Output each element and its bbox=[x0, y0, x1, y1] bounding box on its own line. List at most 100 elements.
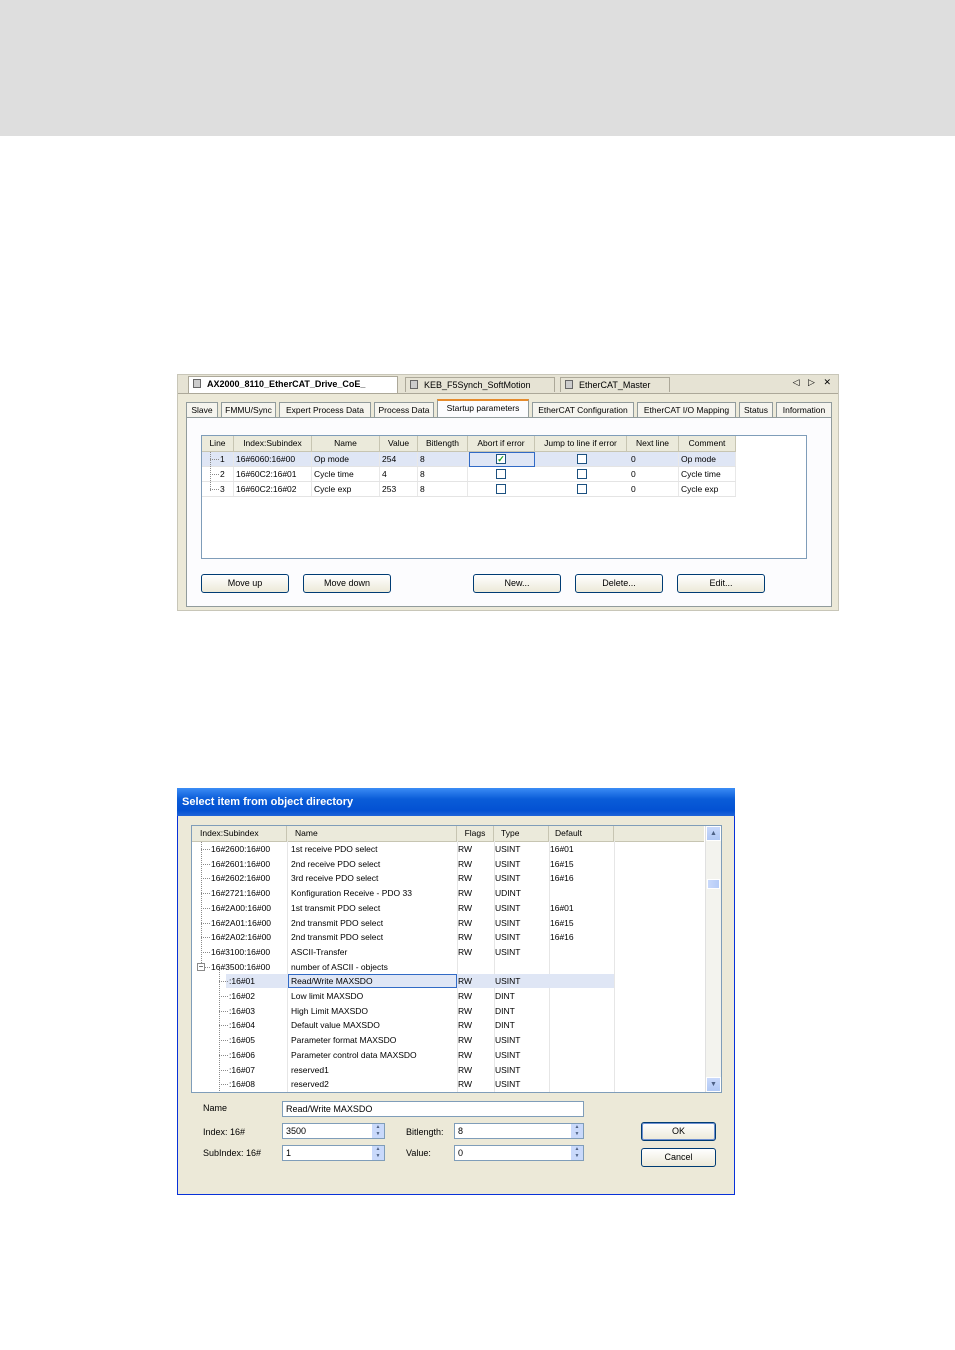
spin-arrows-icon[interactable]: ▲ ▼ bbox=[570, 1124, 583, 1138]
index-spinbox[interactable]: 3500 ▲ ▼ bbox=[282, 1123, 385, 1139]
tree-line bbox=[219, 969, 221, 1092]
doc-tab-label: AX2000_8110_EtherCAT_Drive_CoE_ bbox=[207, 379, 366, 389]
tab-fmmu-sync[interactable]: FMMU/Sync bbox=[221, 402, 276, 417]
table-row[interactable]: :16#04 Default value MAXSDO RW DINT bbox=[192, 1018, 704, 1033]
jump-to-line-checkbox[interactable] bbox=[577, 454, 587, 464]
cell-index: 16#3500:16#00 bbox=[211, 961, 271, 972]
table-row[interactable]: 16#2600:16#00 1st receive PDO select RW USI… bbox=[192, 842, 704, 857]
table-row[interactable]: 16#2A00:16#00 1st transmit PDO select RW US… bbox=[192, 901, 704, 916]
table-row[interactable]: :16#05 Parameter format MAXSDO RW USINT bbox=[192, 1033, 704, 1048]
cell-index: 16#2601:16#00 bbox=[211, 858, 271, 869]
col-bitlength[interactable]: Bitlength bbox=[418, 436, 468, 451]
col-value[interactable]: Value bbox=[380, 436, 418, 451]
cell-index: 16#2A02:16#00 bbox=[211, 932, 272, 943]
col-line[interactable]: Line bbox=[202, 436, 234, 451]
cell-type: USINT bbox=[495, 1079, 521, 1090]
cell-type: USINT bbox=[495, 902, 521, 913]
move-down-button[interactable]: Move down bbox=[303, 574, 391, 593]
col-index-subindex[interactable]: Index:Subindex bbox=[192, 826, 287, 841]
col-name[interactable]: Name bbox=[287, 826, 457, 841]
cell-default: 16#01 bbox=[550, 902, 574, 913]
vertical-scrollbar[interactable]: ▲ ▼ bbox=[705, 826, 721, 1092]
edit-button[interactable]: Edit... bbox=[677, 574, 765, 593]
col-index-subindex[interactable]: Index:Subindex bbox=[234, 436, 312, 451]
table-row[interactable]: :16#08 reserved2 RW USINT bbox=[192, 1077, 704, 1092]
value-spinbox[interactable]: 0 ▲ ▼ bbox=[454, 1145, 584, 1161]
move-up-button[interactable]: Move up bbox=[201, 574, 289, 593]
cell-flags: RW bbox=[458, 1020, 473, 1031]
col-flags[interactable]: Flags bbox=[457, 826, 494, 841]
cell-type: USINT bbox=[495, 932, 521, 943]
table-row[interactable]: 1 16#6060:16#00 Op mode 254 8 ✓ 0 Op mod… bbox=[202, 452, 736, 467]
table-row[interactable]: :16#01 Read/Write MAXSDO RW USINT bbox=[192, 974, 704, 989]
table-row[interactable]: :16#07 reserved1 RW USINT bbox=[192, 1063, 704, 1078]
table-row[interactable]: 16#2602:16#00 3rd receive PDO select RW USI… bbox=[192, 871, 704, 886]
table-row[interactable]: :16#06 Parameter control data MAXSDO RW USI… bbox=[192, 1048, 704, 1063]
subindex-label: SubIndex: 16# bbox=[203, 1148, 262, 1158]
doc-tab-ethercat-master[interactable]: EtherCAT_Master bbox=[560, 377, 670, 392]
jump-to-line-checkbox[interactable] bbox=[577, 484, 587, 494]
tab-ethercat-configuration[interactable]: EtherCAT Configuration bbox=[532, 402, 634, 417]
cell-line: 1 bbox=[220, 452, 234, 466]
tab-slave[interactable]: Slave bbox=[186, 402, 218, 417]
table-row[interactable]: 16#2721:16#00 Konfiguration Receive - PDO… bbox=[192, 886, 704, 901]
cell-default: 16#16 bbox=[550, 873, 574, 884]
cell-flags: RW bbox=[458, 1035, 473, 1046]
device-icon bbox=[565, 380, 573, 389]
abort-if-error-checkbox[interactable] bbox=[496, 469, 506, 479]
name-field[interactable]: Read/Write MAXSDO bbox=[282, 1101, 584, 1117]
doc-tab-keb[interactable]: KEB_F5Synch_SoftMotion bbox=[405, 377, 555, 392]
col-abort-if-error[interactable]: Abort if error bbox=[468, 436, 535, 451]
tab-startup-parameters[interactable]: Startup parameters bbox=[437, 399, 529, 418]
spin-arrows-icon[interactable]: ▲ ▼ bbox=[371, 1146, 384, 1160]
tab-information[interactable]: Information bbox=[776, 402, 832, 417]
spin-arrows-icon[interactable]: ▲ ▼ bbox=[570, 1146, 583, 1160]
spin-arrows-icon[interactable]: ▲ ▼ bbox=[371, 1124, 384, 1138]
tab-status[interactable]: Status bbox=[739, 402, 773, 417]
bitlength-label: Bitlength: bbox=[406, 1127, 444, 1137]
doc-tab-ax2000[interactable]: AX2000_8110_EtherCAT_Drive_CoE_ bbox=[188, 376, 398, 393]
abort-if-error-checkbox[interactable]: ✓ bbox=[496, 454, 506, 464]
cell-value: 254 bbox=[382, 452, 418, 466]
cancel-button[interactable]: Cancel bbox=[641, 1148, 716, 1167]
cell-next-line: 0 bbox=[631, 467, 679, 481]
table-row[interactable]: 16#3100:16#00 ASCII-Transfer RW USINT bbox=[192, 945, 704, 960]
cell-index: :16#05 bbox=[229, 1035, 255, 1046]
table-row[interactable]: 2 16#60C2:16#01 Cycle time 4 8 0 Cycle t… bbox=[202, 467, 736, 482]
tab-navigation-icons[interactable]: ◁ ▷ ✕ bbox=[793, 377, 834, 388]
object-directory-grid[interactable]: Index:Subindex Name Flags Type Default 1… bbox=[191, 825, 722, 1093]
scroll-up-icon[interactable]: ▲ bbox=[706, 826, 721, 841]
table-row[interactable]: :16#03 High Limit MAXSDO RW DINT bbox=[192, 1004, 704, 1019]
scroll-down-icon[interactable]: ▼ bbox=[706, 1077, 721, 1092]
ok-button[interactable]: OK bbox=[641, 1122, 716, 1141]
jump-to-line-checkbox[interactable] bbox=[577, 469, 587, 479]
col-next-line[interactable]: Next line bbox=[627, 436, 679, 451]
bitlength-spinbox[interactable]: 8 ▲ ▼ bbox=[454, 1123, 584, 1139]
new-button[interactable]: New... bbox=[473, 574, 561, 593]
table-row[interactable]: 16#2A01:16#00 2nd transmit PDO select RW US… bbox=[192, 916, 704, 931]
col-default[interactable]: Default bbox=[549, 826, 614, 841]
table-row[interactable]: 16#2601:16#00 2nd receive PDO select RW USI… bbox=[192, 857, 704, 872]
tab-process-data[interactable]: Process Data bbox=[374, 402, 434, 417]
col-type[interactable]: Type bbox=[494, 826, 549, 841]
cell-type: DINT bbox=[495, 991, 515, 1001]
tab-expert-process-data[interactable]: Expert Process Data bbox=[279, 402, 371, 417]
cell-flags: RW bbox=[458, 946, 473, 957]
col-name[interactable]: Name bbox=[312, 436, 380, 451]
scroll-thumb[interactable] bbox=[707, 879, 720, 889]
cell-flags: RW bbox=[458, 1005, 473, 1016]
col-comment[interactable]: Comment bbox=[679, 436, 736, 451]
collapse-icon[interactable]: − bbox=[197, 962, 205, 971]
table-row[interactable]: −16#3500:16#00 number of ASCII - objects bbox=[192, 960, 704, 975]
col-jump-to-line[interactable]: Jump to line if error bbox=[535, 436, 627, 451]
table-row[interactable]: :16#02 Low limit MAXSDO RW DINT bbox=[192, 989, 704, 1004]
table-row[interactable]: 16#2A02:16#00 2nd transmit PDO select RW US… bbox=[192, 930, 704, 945]
cell-type: USINT bbox=[495, 844, 521, 854]
abort-if-error-checkbox[interactable] bbox=[496, 484, 506, 494]
subindex-spinbox[interactable]: 1 ▲ ▼ bbox=[282, 1145, 385, 1161]
table-row[interactable]: 3 16#60C2:16#02 Cycle exp 253 8 0 Cycle … bbox=[202, 482, 736, 497]
tab-ethercat-io-mapping[interactable]: EtherCAT I/O Mapping bbox=[637, 402, 736, 417]
startup-parameters-grid[interactable]: Line Index:Subindex Name Value Bitlength… bbox=[201, 435, 807, 559]
cell-type: USINT bbox=[495, 858, 521, 869]
delete-button[interactable]: Delete... bbox=[575, 574, 663, 593]
